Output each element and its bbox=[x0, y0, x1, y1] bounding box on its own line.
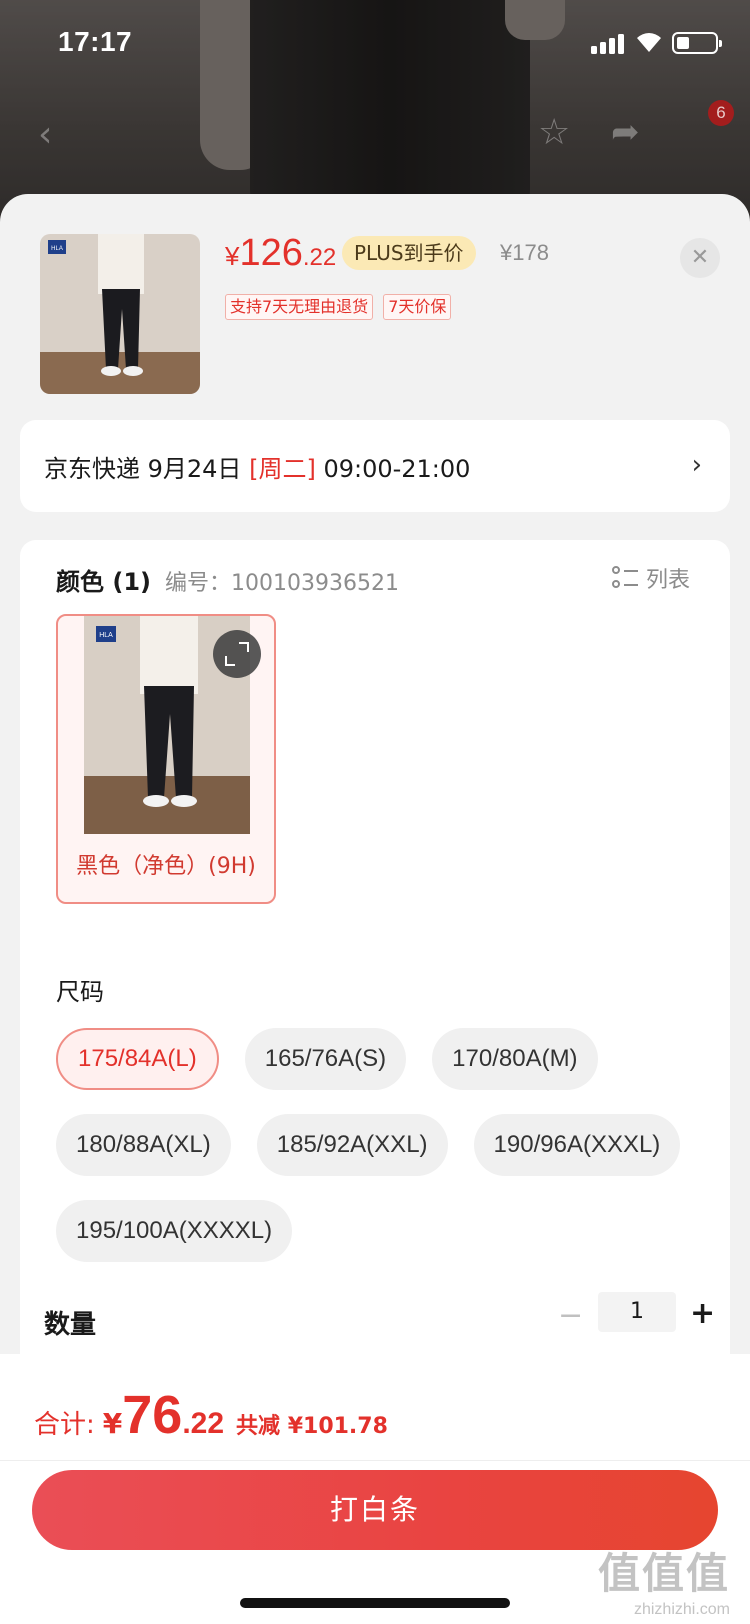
delivery-weekday: [周二] bbox=[249, 454, 316, 483]
cellular-signal-icon bbox=[591, 32, 625, 54]
size-option[interactable]: 185/92A(XXL) bbox=[256, 1114, 448, 1176]
quantity-input[interactable]: 1 bbox=[598, 1292, 676, 1332]
original-price: ¥178 bbox=[500, 240, 549, 265]
size-option[interactable]: 165/76A(S) bbox=[244, 1028, 407, 1090]
sku-number: 编号：100103936521 bbox=[165, 571, 399, 596]
total-saving: 共减 ¥101.78 bbox=[236, 1414, 388, 1439]
return-policy-tag: 支持7天无理由退货 bbox=[225, 294, 374, 320]
current-price: ¥ 126 .22 bbox=[225, 232, 337, 274]
service-tags: 支持7天无理由退货 7天价保 bbox=[225, 294, 452, 320]
close-button[interactable]: ✕ bbox=[680, 238, 720, 278]
quantity-label: 数量 bbox=[44, 1310, 97, 1340]
home-indicator[interactable] bbox=[240, 1598, 510, 1608]
delivery-carrier-date: 京东快递 9月24日 bbox=[44, 454, 250, 483]
wifi-icon bbox=[637, 33, 661, 52]
delivery-row[interactable]: 京东快递 9月24日 [周二] 09:00-21:00 › bbox=[20, 420, 730, 512]
size-option[interactable]: 180/88A(XL) bbox=[56, 1114, 231, 1176]
cart-badge[interactable]: 6 bbox=[708, 100, 734, 126]
battery-icon bbox=[672, 32, 722, 54]
list-view-toggle[interactable]: 列表 bbox=[611, 562, 690, 594]
status-bar: 17:17 bbox=[0, 0, 750, 90]
color-option-black[interactable]: HLA 黑色（净色）(9H) bbox=[56, 614, 276, 904]
product-image: HLA bbox=[40, 234, 200, 394]
size-option-selected[interactable]: 175/84A(L) bbox=[56, 1028, 219, 1090]
expand-icon[interactable] bbox=[213, 630, 261, 678]
size-options: 175/84A(L) 165/76A(S) 170/80A(M) 180/88A… bbox=[56, 1028, 696, 1262]
quantity-increase-button[interactable]: + bbox=[690, 1296, 715, 1331]
back-icon[interactable]: ‹ bbox=[38, 114, 52, 155]
size-option[interactable]: 195/100A(XXXXL) bbox=[56, 1200, 293, 1262]
price-protection-tag: 7天价保 bbox=[383, 294, 452, 320]
size-option[interactable]: 170/80A(M) bbox=[432, 1028, 598, 1090]
color-title: 颜色 (1) bbox=[56, 568, 151, 596]
plus-price-tag: PLUS到手价 bbox=[342, 236, 476, 270]
color-option-label: 黑色（净色）(9H) bbox=[76, 854, 256, 879]
size-option[interactable]: 190/96A(XXXL) bbox=[473, 1114, 681, 1176]
share-icon[interactable]: ➦ bbox=[611, 112, 640, 152]
size-title: 尺码 bbox=[56, 978, 104, 1006]
list-icon bbox=[611, 566, 638, 590]
delivery-window: 09:00-21:00 bbox=[315, 454, 471, 483]
quantity-decrease-button[interactable]: − bbox=[558, 1298, 583, 1333]
product-header: HLA ¥ 126 .22 PLUS到手价 ¥178 ✕ 支持7天无理由退货 7… bbox=[0, 194, 750, 418]
divider bbox=[0, 1460, 750, 1461]
svg-text:HLA: HLA bbox=[51, 246, 63, 252]
total-price: 合计: ¥ 76 .22 共减 ¥101.78 bbox=[34, 1385, 388, 1445]
quantity-row: 数量 − 1 + bbox=[44, 1292, 715, 1342]
chevron-right-icon: › bbox=[691, 450, 702, 480]
favorite-star-icon[interactable]: ☆ bbox=[538, 112, 570, 153]
checkout-footer: 合计: ¥ 76 .22 共减 ¥101.78 打白条 值值值 zhizhizh… bbox=[0, 1354, 750, 1624]
baitiao-pay-button[interactable]: 打白条 bbox=[32, 1470, 718, 1550]
svg-text:HLA: HLA bbox=[99, 632, 113, 639]
product-thumbnail[interactable]: HLA bbox=[40, 234, 200, 394]
background-page: 17:17 ‹ ☆ ➦ 6 bbox=[0, 0, 750, 220]
watermark-logo: 值值值 zhizhizhi.com bbox=[597, 1549, 730, 1618]
status-time: 17:17 bbox=[58, 26, 133, 57]
